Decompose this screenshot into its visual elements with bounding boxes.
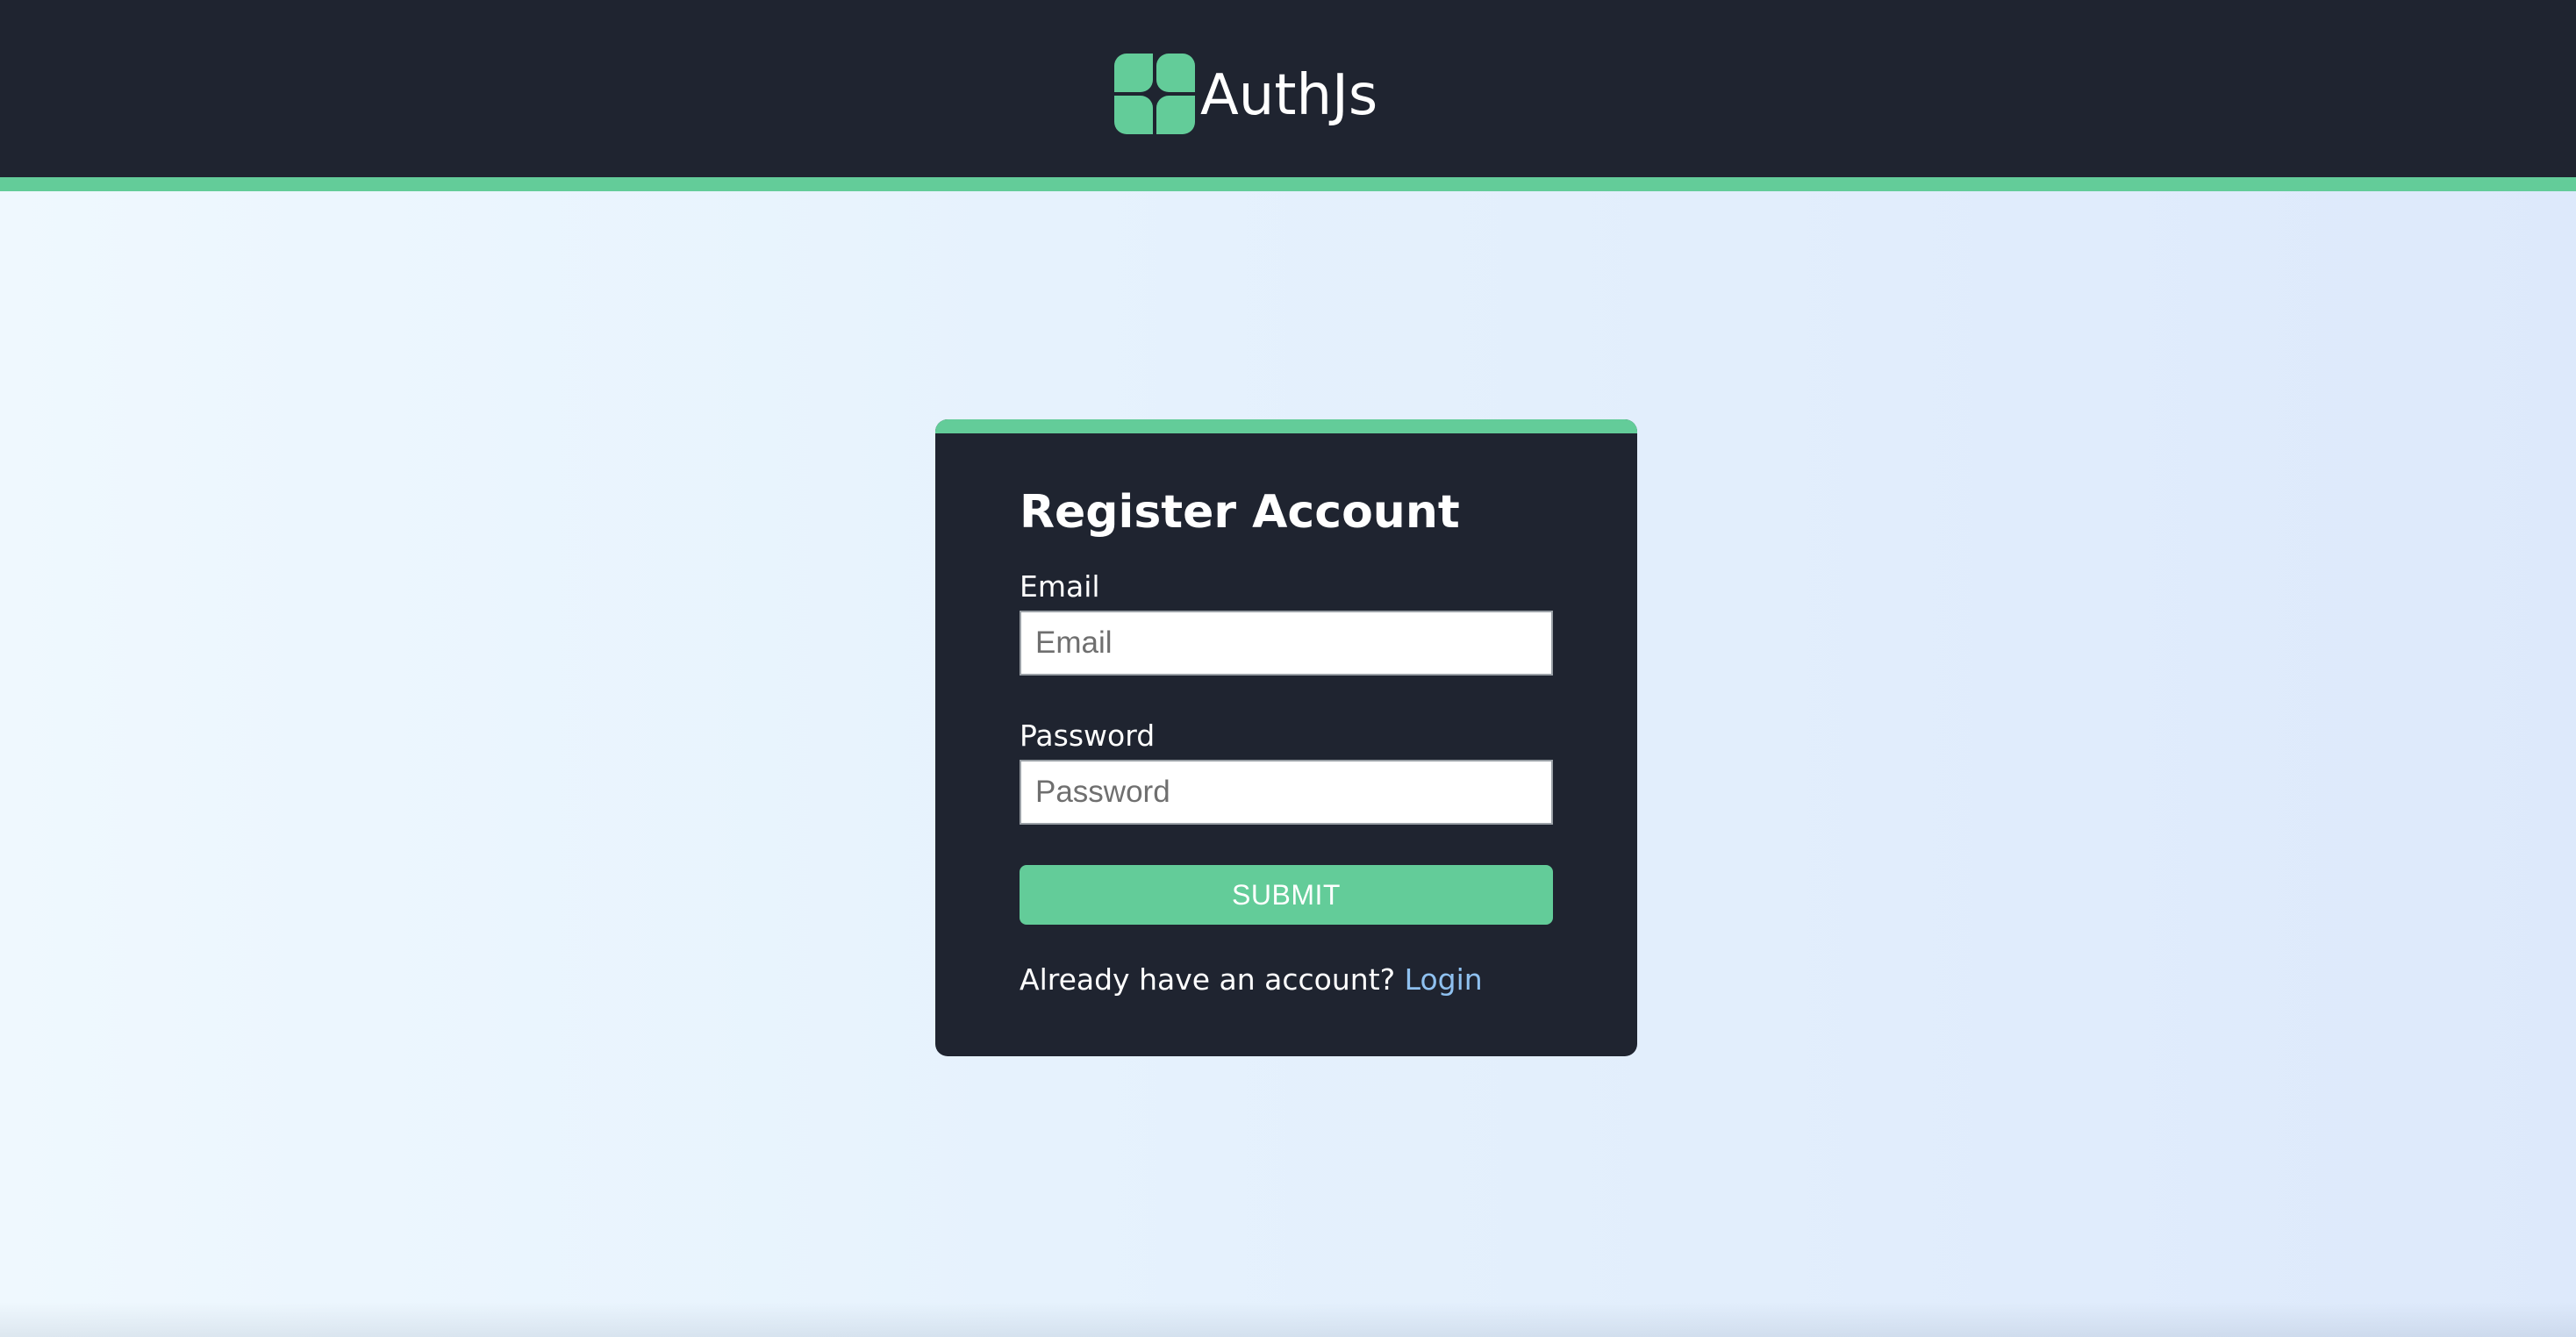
brand-name: AuthJs (1200, 63, 1378, 128)
login-prompt-text: Already have an account? (1020, 962, 1396, 997)
password-label: Password (1020, 719, 1156, 753)
bottom-shade (0, 1302, 2576, 1337)
app-header: AuthJs (0, 0, 2576, 177)
submit-button[interactable]: SUBMIT (1020, 865, 1553, 925)
email-input[interactable] (1020, 611, 1553, 676)
header-accent-bar (0, 177, 2576, 191)
login-prompt: Already have an account? Login (1020, 965, 1483, 994)
register-card: Register Account Email Password SUBMIT A… (935, 419, 1637, 1056)
password-input[interactable] (1020, 760, 1553, 825)
login-link[interactable]: Login (1405, 962, 1483, 997)
clover-logo-icon (1114, 54, 1195, 134)
card-accent-bar (935, 419, 1637, 433)
register-title: Register Account (1020, 486, 1460, 539)
brand[interactable]: AuthJs (1114, 53, 1377, 135)
email-label: Email (1020, 569, 1100, 604)
